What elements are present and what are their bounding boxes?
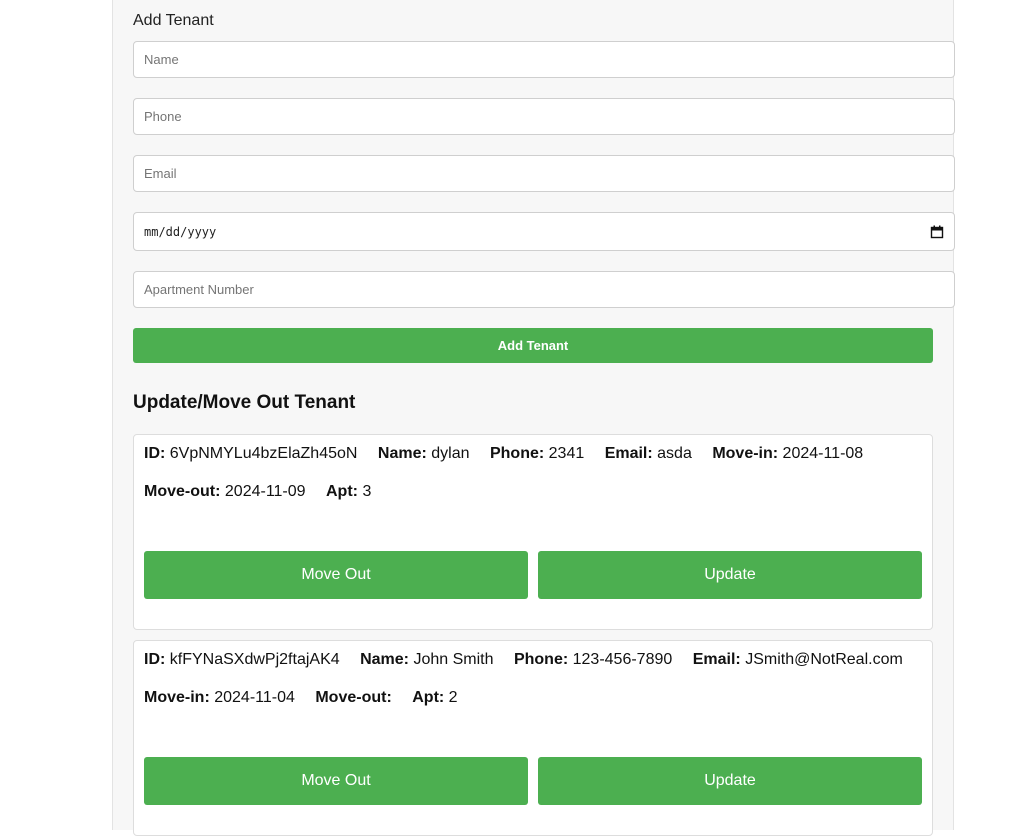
email-input[interactable] (133, 155, 955, 192)
apartment-number-input[interactable] (133, 271, 955, 308)
tenant-move-in: Move-in: 2024-11-04 (144, 689, 295, 706)
tenant-info-line: ID: 6VpNMYLu4bzElaZh45oN Name: dylan Pho… (144, 445, 879, 463)
tenant-info-line: Move-in: 2024-11-04 Move-out: Apt: 2 (144, 689, 474, 707)
tenant-id: ID: 6VpNMYLu4bzElaZh45oN (144, 445, 358, 462)
tenant-phone: Phone: 2341 (489, 445, 585, 462)
tenant-card: ID: 6VpNMYLu4bzElaZh45oN Name: dylan Pho… (133, 434, 933, 630)
tenant-email: Email: asda (604, 445, 692, 462)
update-button[interactable]: Update (538, 757, 922, 805)
tenant-id: ID: kfFYNaSXdwPj2ftajAK4 (144, 651, 340, 668)
tenant-move-out: Move-out: 2024-11-09 (144, 483, 306, 500)
move-out-button[interactable]: Move Out (144, 551, 528, 599)
move-out-button[interactable]: Move Out (144, 757, 528, 805)
tenant-move-in: Move-in: 2024-11-08 (712, 445, 864, 462)
tenant-move-out: Move-out: (315, 689, 392, 706)
date-placeholder: mm/dd/yyyy (144, 224, 217, 239)
tenant-apt: Apt: 2 (412, 689, 458, 706)
tenant-name: Name: John Smith (360, 651, 494, 668)
update-move-out-heading: Update/Move Out Tenant (133, 392, 356, 413)
tenant-apt: Apt: 3 (326, 483, 372, 500)
name-input[interactable] (133, 41, 955, 78)
tenant-card: ID: kfFYNaSXdwPj2ftajAK4 Name: John Smit… (133, 640, 933, 836)
tenant-info-line: ID: kfFYNaSXdwPj2ftajAK4 Name: John Smit… (144, 651, 919, 669)
add-tenant-heading: Add Tenant (133, 12, 214, 29)
tenant-phone: Phone: 123-456-7890 (513, 651, 673, 668)
tenant-name: Name: dylan (377, 445, 470, 462)
add-tenant-button[interactable]: Add Tenant (133, 328, 933, 363)
tenant-info-line: Move-out: 2024-11-09 Apt: 3 (144, 483, 387, 501)
tenant-email: Email: JSmith@NotReal.com (692, 651, 903, 668)
move-in-date-input[interactable]: mm/dd/yyyy (133, 212, 955, 251)
calendar-icon[interactable] (930, 225, 944, 239)
update-button[interactable]: Update (538, 551, 922, 599)
phone-input[interactable] (133, 98, 955, 135)
